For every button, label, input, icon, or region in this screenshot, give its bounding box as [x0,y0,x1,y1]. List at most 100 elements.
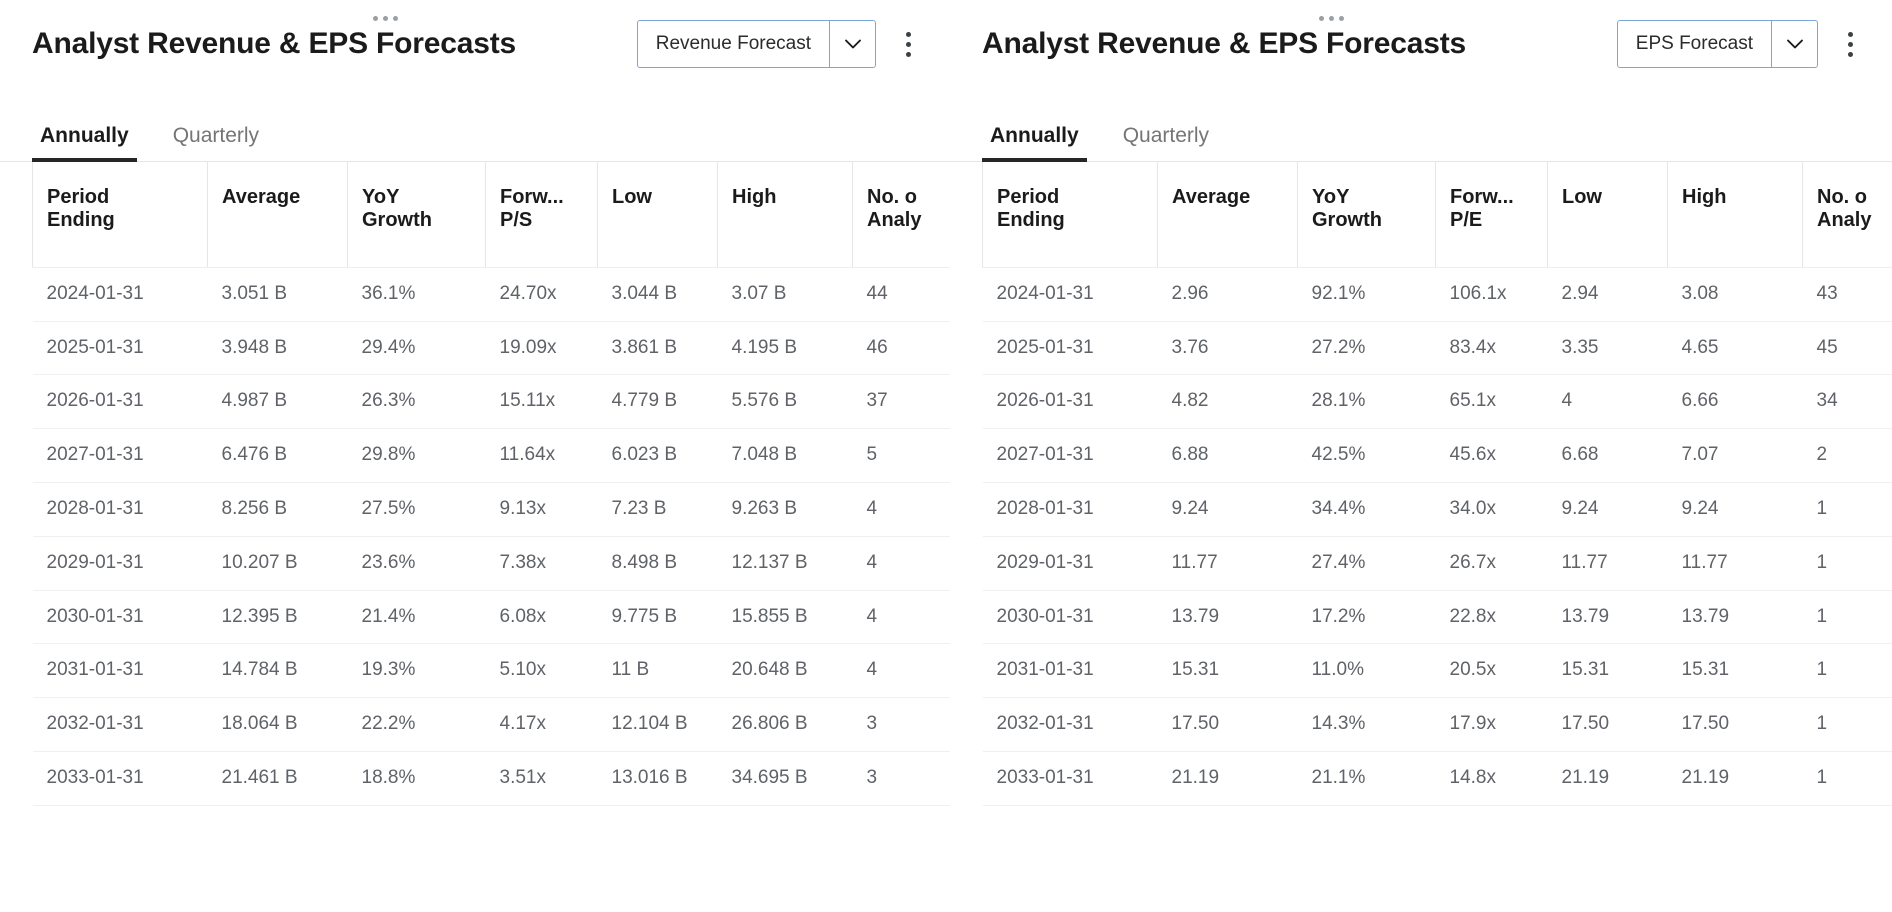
cell-high: 9.263 B [717,481,853,537]
cell-no-of-analysts: 2 [1802,428,1892,483]
cell-high: 7.07 [1667,428,1803,483]
cell-period-ending: 2033-01-31 [32,750,208,806]
cell-forward-pe: 22.8x [1435,589,1548,644]
cell-no-of-analysts: 43 [1802,266,1892,322]
cell-no-of-analysts: 4 [852,535,950,591]
cell-forward-pe: 14.8x [1435,750,1548,806]
cell-high: 4.65 [1667,320,1803,375]
forecast-type-select[interactable]: Revenue Forecast [636,20,876,68]
cell-high: 5.576 B [717,374,853,429]
cell-average: 12.395 B [207,589,348,644]
col-period-ending[interactable]: Period Ending [32,162,208,268]
cell-period-ending: 2028-01-31 [982,481,1158,537]
forecast-type-select[interactable]: EPS Forecast [1616,20,1818,68]
cell-low: 3.35 [1547,320,1668,375]
tab-quarterly[interactable]: Quarterly [165,125,267,162]
cell-low: 21.19 [1547,750,1668,806]
cell-no-of-analysts: 4 [852,589,950,644]
kebab-menu-icon[interactable] [1830,20,1870,68]
cell-average: 9.24 [1157,481,1298,537]
table-row: 2033-01-31 21.461 B 18.8% 3.51x 13.016 B… [32,750,950,806]
cell-period-ending: 2031-01-31 [982,643,1158,698]
cell-yoy-growth: 27.2% [1297,320,1436,375]
page-title: Analyst Revenue & EPS Forecasts [982,27,1466,60]
revenue-forecast-table: Period Ending Average YoY Growth Forw...… [32,162,950,806]
cell-low: 13.016 B [597,750,718,806]
table-row: 2026-01-31 4.82 28.1% 65.1x 4 6.66 34 [982,374,1892,429]
cell-low: 4 [1547,374,1668,429]
tab-quarterly[interactable]: Quarterly [1115,125,1217,162]
cell-yoy-growth: 19.3% [347,643,486,698]
cell-yoy-growth: 29.8% [347,428,486,483]
col-period-ending[interactable]: Period Ending [982,162,1158,268]
col-average[interactable]: Average [207,162,348,268]
cell-forward-ps: 6.08x [485,589,598,644]
cell-yoy-growth: 34.4% [1297,481,1436,537]
page-title: Analyst Revenue & EPS Forecasts [32,27,516,60]
cell-no-of-analysts: 1 [1802,697,1892,752]
cell-no-of-analysts: 37 [852,374,950,429]
col-high[interactable]: High [717,162,853,268]
chevron-down-icon[interactable] [829,21,875,67]
cell-low: 11 B [597,643,718,698]
cell-average: 6.476 B [207,428,348,483]
col-no-of-analysts[interactable]: No. o Analy [852,162,950,268]
forecast-type-select-value: EPS Forecast [1635,33,1753,54]
cell-yoy-growth: 26.3% [347,374,486,429]
cell-high: 20.648 B [717,643,853,698]
cell-forward-ps: 5.10x [485,643,598,698]
cell-no-of-analysts: 45 [1802,320,1892,375]
eps-forecast-table: Period Ending Average YoY Growth Forw...… [982,162,1892,806]
cell-no-of-analysts: 4 [852,481,950,537]
cell-average: 4.987 B [207,374,348,429]
cell-yoy-growth: 18.8% [347,750,486,806]
col-average[interactable]: Average [1157,162,1298,268]
col-low[interactable]: Low [597,162,718,268]
cell-no-of-analysts: 1 [1802,643,1892,698]
cell-low: 11.77 [1547,535,1668,591]
col-no-of-analysts[interactable]: No. o Analy [1802,162,1892,268]
cell-average: 3.948 B [207,320,348,375]
cell-period-ending: 2026-01-31 [32,374,208,429]
col-forward-pe[interactable]: Forw... P/E [1435,162,1548,268]
chevron-down-icon[interactable] [1771,21,1817,67]
widget-header-revenue: Analyst Revenue & EPS Forecasts Revenue … [0,0,950,88]
cell-high: 6.66 [1667,374,1803,429]
cell-forward-ps: 3.51x [485,750,598,806]
table-row: 2024-01-31 2.96 92.1% 106.1x 2.94 3.08 4… [982,266,1892,322]
cell-average: 3.051 B [207,266,348,322]
table-row: 2030-01-31 12.395 B 21.4% 6.08x 9.775 B … [32,589,950,644]
cell-period-ending: 2027-01-31 [982,428,1158,483]
table-header-row: Period Ending Average YoY Growth Forw...… [32,162,950,268]
cell-period-ending: 2033-01-31 [982,750,1158,806]
cell-no-of-analysts: 1 [1802,481,1892,537]
cell-average: 4.82 [1157,374,1298,429]
cell-yoy-growth: 23.6% [347,535,486,591]
cell-low: 6.023 B [597,428,718,483]
revenue-table-scroll[interactable]: Period Ending Average YoY Growth Forw...… [0,162,950,912]
kebab-menu-icon[interactable] [888,20,928,68]
col-yoy-growth[interactable]: YoY Growth [347,162,486,268]
tab-annually[interactable]: Annually [32,125,137,162]
cell-high: 15.855 B [717,589,853,644]
table-row: 2027-01-31 6.88 42.5% 45.6x 6.68 7.07 2 [982,428,1892,483]
col-low[interactable]: Low [1547,162,1668,268]
cell-high: 3.07 B [717,266,853,322]
col-high[interactable]: High [1667,162,1803,268]
cell-yoy-growth: 28.1% [1297,374,1436,429]
table-row: 2028-01-31 9.24 34.4% 34.0x 9.24 9.24 1 [982,481,1892,537]
revenue-table-body: 2024-01-31 3.051 B 36.1% 24.70x 3.044 B … [32,266,950,806]
cell-forward-pe: 17.9x [1435,697,1548,752]
cell-high: 11.77 [1667,535,1803,591]
cell-period-ending: 2031-01-31 [32,643,208,698]
cell-high: 21.19 [1667,750,1803,806]
cell-low: 9.24 [1547,481,1668,537]
col-forward-ps[interactable]: Forw... P/S [485,162,598,268]
cell-high: 17.50 [1667,697,1803,752]
cell-yoy-growth: 27.4% [1297,535,1436,591]
col-yoy-growth[interactable]: YoY Growth [1297,162,1436,268]
tab-annually[interactable]: Annually [982,125,1087,162]
table-row: 2032-01-31 17.50 14.3% 17.9x 17.50 17.50… [982,697,1892,752]
eps-table-scroll[interactable]: Period Ending Average YoY Growth Forw...… [950,162,1892,912]
cell-period-ending: 2032-01-31 [32,697,208,752]
